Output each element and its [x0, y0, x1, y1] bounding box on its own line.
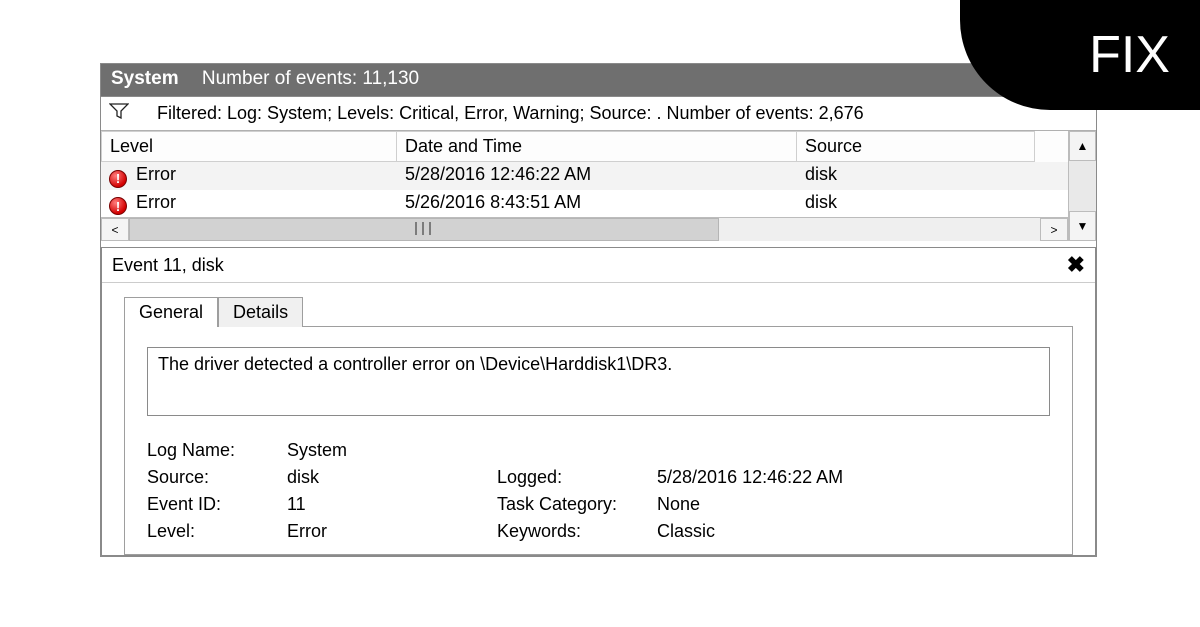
column-headers: Level Date and Time Source [101, 131, 1068, 162]
event-viewer-window: System Number of events: 11,130 Filtered… [100, 63, 1097, 557]
horizontal-scrollbar[interactable]: < III > [101, 217, 1068, 241]
scroll-right-button[interactable]: > [1040, 218, 1068, 241]
detail-title: Event 11, disk [112, 255, 224, 276]
prop-value-logged: 5/28/2016 12:46:22 AM [657, 467, 1050, 488]
row-datetime: 5/28/2016 12:46:22 AM [397, 162, 797, 190]
column-header-source[interactable]: Source [797, 131, 1035, 162]
prop-label-level: Level: [147, 521, 287, 542]
filter-icon [109, 103, 129, 124]
prop-value-taskcat: None [657, 494, 1050, 515]
prop-value-logname: System [287, 440, 497, 461]
event-rows: ! Error 5/28/2016 12:46:22 AM disk ! Err… [101, 162, 1068, 217]
scroll-left-button[interactable]: < [101, 218, 129, 241]
column-header-level[interactable]: Level [101, 131, 397, 162]
tab-details[interactable]: Details [218, 297, 303, 327]
title-bar: System Number of events: 11,130 [101, 64, 1096, 96]
row-level: Error [136, 192, 176, 212]
column-header-datetime[interactable]: Date and Time [397, 131, 797, 162]
vertical-scroll-track[interactable] [1069, 161, 1096, 211]
prop-label-source: Source: [147, 467, 287, 488]
event-message: The driver detected a controller error o… [147, 347, 1050, 416]
prop-label-logged: Logged: [497, 467, 657, 488]
error-icon: ! [109, 197, 127, 215]
prop-label-taskcat: Task Category: [497, 494, 657, 515]
error-icon: ! [109, 170, 127, 188]
fix-badge-label: FIX [1089, 25, 1170, 85]
prop-value-eventid: 11 [287, 494, 497, 515]
log-name: System [111, 68, 179, 89]
filter-bar: Filtered: Log: System; Levels: Critical,… [101, 96, 1096, 130]
event-properties: Log Name: System Source: disk Logged: 5/… [147, 440, 1050, 542]
vertical-scrollbar[interactable]: ▲ ▼ [1068, 131, 1096, 241]
prop-label-eventid: Event ID: [147, 494, 287, 515]
row-source: disk [797, 162, 1035, 190]
close-icon[interactable]: ✖ [1067, 252, 1085, 278]
row-source: disk [797, 190, 1035, 218]
event-detail-pane: Event 11, disk ✖ General Details The dri… [101, 247, 1096, 556]
events-count-label: Number of events: 11,130 [202, 68, 419, 89]
row-datetime: 5/26/2016 8:43:51 AM [397, 190, 797, 218]
prop-label-logname: Log Name: [147, 440, 287, 461]
prop-label-keywords: Keywords: [497, 521, 657, 542]
tab-general-panel: The driver detected a controller error o… [124, 326, 1073, 555]
horizontal-scroll-thumb[interactable]: III [129, 218, 719, 241]
prop-value-keywords: Classic [657, 521, 1050, 542]
scroll-down-button[interactable]: ▼ [1069, 211, 1096, 241]
prop-value-level: Error [287, 521, 497, 542]
scroll-up-button[interactable]: ▲ [1069, 131, 1096, 161]
table-row[interactable]: ! Error 5/28/2016 12:46:22 AM disk [101, 162, 1068, 190]
tab-general[interactable]: General [124, 297, 218, 327]
prop-value-source: disk [287, 467, 497, 488]
row-level: Error [136, 164, 176, 184]
filter-description: Filtered: Log: System; Levels: Critical,… [157, 103, 864, 124]
event-grid: Level Date and Time Source ! Error 5/28/… [101, 130, 1096, 241]
table-row[interactable]: ! Error 5/26/2016 8:43:51 AM disk [101, 190, 1068, 218]
horizontal-scroll-track[interactable]: III [129, 218, 1040, 241]
detail-tabs: General Details [102, 283, 1095, 327]
